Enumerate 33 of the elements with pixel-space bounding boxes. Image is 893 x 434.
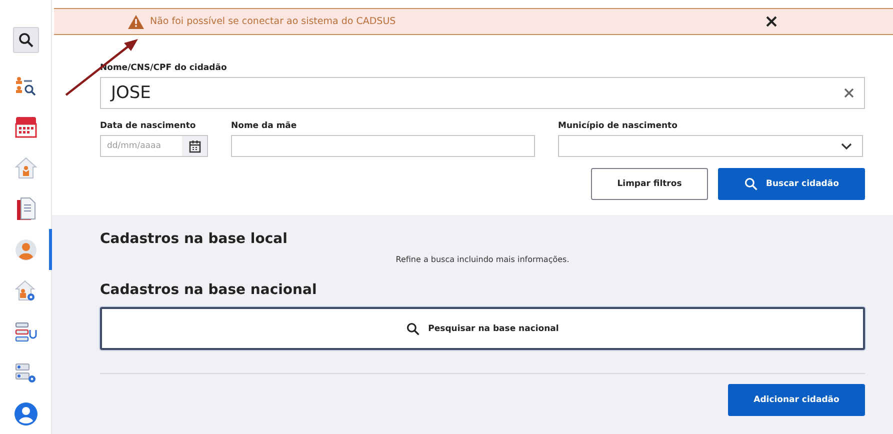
field-label: Nome da mãe xyxy=(231,121,298,131)
clear-icon[interactable] xyxy=(844,88,854,98)
search-icon xyxy=(18,32,34,48)
search-icon xyxy=(406,322,420,336)
alert-message: Não foi possível se conectar ao sistema do CADSUS xyxy=(150,16,396,27)
field-label: Data de nascimento xyxy=(100,121,197,131)
search-button[interactable] xyxy=(12,27,38,53)
people-search-icon xyxy=(14,76,36,96)
city-select-field[interactable] xyxy=(558,135,863,157)
close-button[interactable] xyxy=(764,14,779,29)
chevron-down-icon xyxy=(841,142,852,150)
person-circle-icon xyxy=(14,402,38,426)
close-icon xyxy=(766,16,777,27)
warning-icon xyxy=(128,14,144,28)
search-icon xyxy=(744,177,758,191)
house-person-icon xyxy=(14,156,36,178)
field-label: Nome/CNS/CPF do cidadão xyxy=(100,63,228,73)
mother-name-input-field[interactable] xyxy=(231,135,535,157)
add-citizen-button[interactable]: Adicionar cidadão xyxy=(728,384,865,416)
person-icon xyxy=(14,238,36,260)
clear-filters-button[interactable]: Limpar filtros xyxy=(591,168,708,200)
calendar-icon xyxy=(14,116,36,138)
name-input-field[interactable]: JOSE xyxy=(100,77,865,109)
document-icon xyxy=(16,196,36,220)
house-gear-icon xyxy=(14,280,36,302)
section-title: Cadastros na base nacional xyxy=(100,282,318,298)
field-label: Município de nascimento xyxy=(558,121,678,131)
empty-results-hint: Refine a busca incluindo mais informações. xyxy=(394,255,570,264)
national-search-button[interactable]: Pesquisar na base nacional xyxy=(100,307,865,350)
search-citizen-button[interactable]: Buscar cidadão xyxy=(718,168,865,200)
section-title: Cadastros na base local xyxy=(100,231,288,247)
list-gear-icon xyxy=(14,362,36,384)
list-stethoscope-icon xyxy=(14,320,36,342)
